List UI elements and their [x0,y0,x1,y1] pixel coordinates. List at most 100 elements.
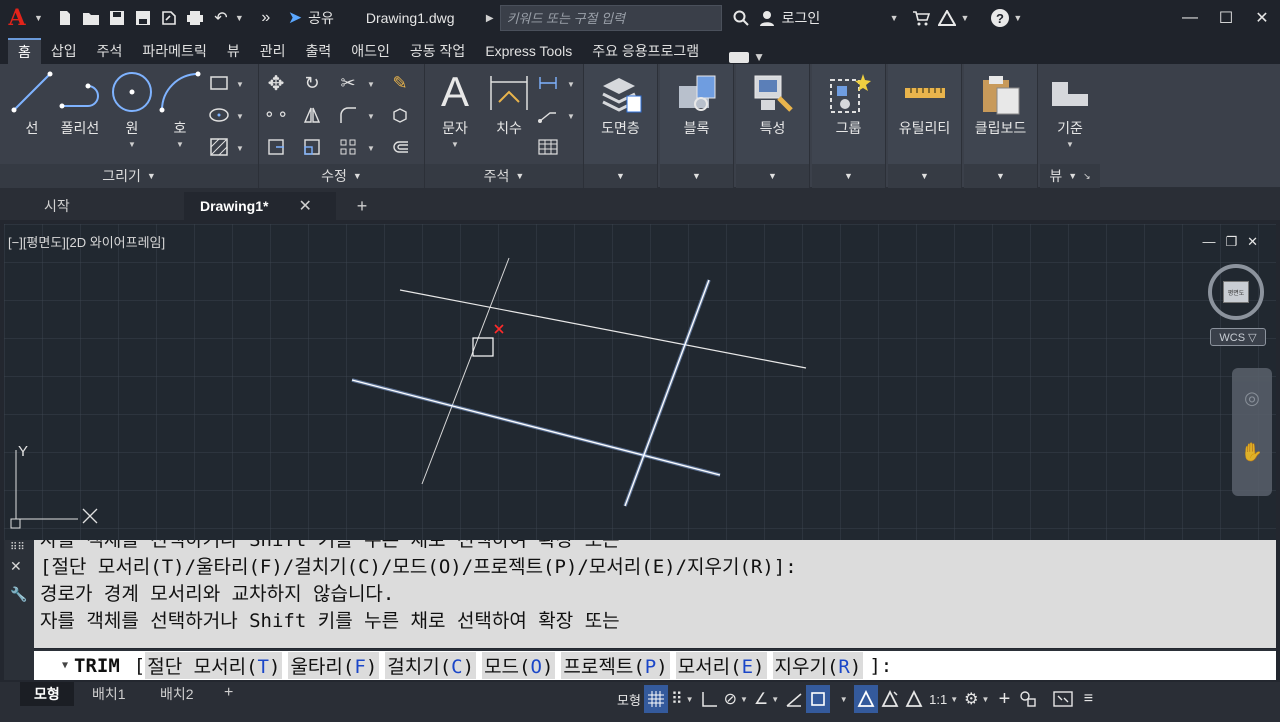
ribbon-tab-manage[interactable]: 관리 [250,38,296,64]
dimension-tool[interactable]: 치수 [487,70,531,138]
block-dropdown-icon[interactable]: ▼ [660,164,733,188]
option-edge[interactable]: 모서리(E) [675,652,767,679]
user-icon[interactable] [754,5,780,31]
ribbon-tab-featured-apps[interactable]: 주요 응용프로그램 [582,38,709,64]
save-as-icon[interactable] [131,6,155,30]
app-logo-icon[interactable]: A [0,0,34,36]
properties-button[interactable]: 특성 ▼ [736,64,810,188]
circle-tool[interactable]: 원 ▼ [110,70,154,149]
help-icon[interactable]: ? [987,5,1013,31]
annotation-scale-icon[interactable] [902,685,926,713]
workspace-gear-icon[interactable]: ⚙ ▼ [961,685,992,713]
object-snap-icon[interactable] [806,685,831,713]
drawing1-tab[interactable]: Drawing1* ✕ [184,192,336,220]
grip-icon[interactable]: ⠿⠿ [10,542,25,553]
layers-button[interactable]: 도면층 ▼ [584,64,658,188]
viewcube[interactable]: 평면도 [1208,264,1264,320]
array-icon[interactable] [337,136,359,158]
modify-panel-footer[interactable]: 수정 ▼ [259,164,424,188]
drawing-viewport[interactable]: [−][평면도][2D 와이어프레임] — ❐ ✕ Y 평면도 WCS ▽ ◎ [4,224,1276,540]
new-tab-icon[interactable]: + [352,196,372,216]
option-mode[interactable]: 모드(O) [482,652,556,679]
help-dropdown-icon[interactable]: ▼ [1013,13,1022,23]
copy-icon[interactable]: ⚬⚬ [263,104,290,126]
auto-scale-icon[interactable] [878,685,902,713]
search-expand-icon[interactable]: ▶ [486,13,494,24]
login-dropdown-icon[interactable]: ▼ [890,13,899,23]
stretch-icon[interactable] [265,136,287,158]
array-dropdown-icon[interactable]: ▼ [367,144,375,153]
option-project[interactable]: 프로젝트(P) [561,652,670,679]
properties-dropdown-icon[interactable]: ▼ [736,164,809,188]
group-button[interactable]: 그룹 ▼ [812,64,886,188]
circle-dropdown-icon[interactable]: ▼ [110,140,154,149]
app-store-dropdown-icon[interactable]: ▼ [960,13,969,23]
search-input[interactable] [506,10,715,26]
line-tool[interactable]: 선 [10,70,54,138]
linear-dim-dropdown-icon[interactable]: ▼ [567,80,575,89]
annotation-scale-button[interactable]: 1:1 ▼ [926,685,961,713]
white-line[interactable] [399,289,807,369]
close-tab-icon[interactable]: ✕ [298,196,311,216]
login-button[interactable]: 로그인 [782,8,890,28]
ribbon-tab-insert[interactable]: 삽입 [41,38,87,64]
start-tab[interactable]: 시작 [28,192,86,220]
rotate-icon[interactable]: ↻ [301,72,323,94]
customization-menu-icon[interactable]: ≡ [1076,685,1100,713]
customize-wrench-icon[interactable]: 🔧 [10,586,27,603]
trim-icon[interactable]: ✂ [337,72,359,94]
maximize-icon[interactable]: ☐ [1208,0,1244,36]
arc-tool[interactable]: 호 ▼ [158,70,202,149]
search-icon[interactable] [728,5,754,31]
polar-tracking-icon[interactable]: ⊘ ▼ [721,685,751,713]
rectangle-icon[interactable] [208,72,230,94]
isodraft-icon[interactable]: ∠ ▼ [751,685,782,713]
grid-icon[interactable] [643,685,668,713]
explode-3d-icon[interactable] [389,104,411,126]
close-window-icon[interactable]: ✕ [1244,0,1280,36]
minimize-icon[interactable]: — [1172,0,1208,36]
base-view-dropdown-icon[interactable]: ▼ [1048,140,1092,149]
ribbon-tab-output[interactable]: 출력 [295,38,341,64]
block-button[interactable]: 블록 ▼ [660,64,734,188]
erase-icon[interactable]: ✎ [389,72,411,94]
option-cutting-edges[interactable]: 절단 모서리(T) [145,652,283,679]
clipboard-button[interactable]: 클립보드 ▼ [964,64,1038,188]
ribbon-tab-addins[interactable]: 애드인 [341,38,400,64]
layers-dropdown-icon[interactable]: ▼ [584,164,657,188]
command-close-icon[interactable]: ✕ [10,558,22,575]
offset-icon[interactable] [389,136,411,158]
table-icon[interactable] [537,136,559,158]
leader-dropdown-icon[interactable]: ▼ [567,112,575,121]
clipboard-dropdown-icon[interactable]: ▼ [964,164,1037,188]
draw-panel-footer[interactable]: 그리기 ▼ [0,164,258,188]
new-file-icon[interactable] [53,6,77,30]
save-icon[interactable] [105,6,129,30]
hatch-icon[interactable] [208,136,230,158]
linear-dim-icon[interactable] [537,72,559,94]
snap-icon[interactable]: ⠿ ▼ [668,685,697,713]
wcs-menu[interactable]: WCS ▽ [1210,328,1266,346]
scale-icon[interactable] [301,136,323,158]
trim-dropdown-icon[interactable]: ▼ [367,80,375,89]
plot-icon[interactable] [183,6,207,30]
steering-wheel-icon[interactable]: ◎ [1240,386,1264,410]
polyline-tool[interactable]: 폴리선 [58,70,102,138]
layout-tab-model[interactable]: 모형 [20,682,74,706]
clean-screen-icon[interactable] [1050,685,1076,713]
arc-dropdown-icon[interactable]: ▼ [158,140,202,149]
view-panel-footer[interactable]: 뷰 ▼ ↘ [1040,164,1100,188]
fillet-dropdown-icon[interactable]: ▼ [367,112,375,121]
new-layout-icon[interactable]: + [224,684,233,702]
text-tool[interactable]: A 문자 ▼ [433,68,477,149]
ribbon-tab-annotate[interactable]: 주석 [87,38,133,64]
construction-line[interactable] [421,257,510,485]
share-button[interactable]: ➤ 공유 [288,8,334,28]
viewcube-top-face[interactable]: 평면도 [1223,281,1249,303]
ribbon-tab-home[interactable]: 홈 [8,38,41,64]
text-dropdown-icon[interactable]: ▼ [433,140,477,149]
model-space-button[interactable]: 모형 [614,685,644,713]
annotation-panel-footer[interactable]: 주석 ▼ [425,164,583,188]
ribbon-tab-collaborate[interactable]: 공동 작업 [400,38,475,64]
ellipse-dropdown-icon[interactable]: ▼ [236,112,244,121]
